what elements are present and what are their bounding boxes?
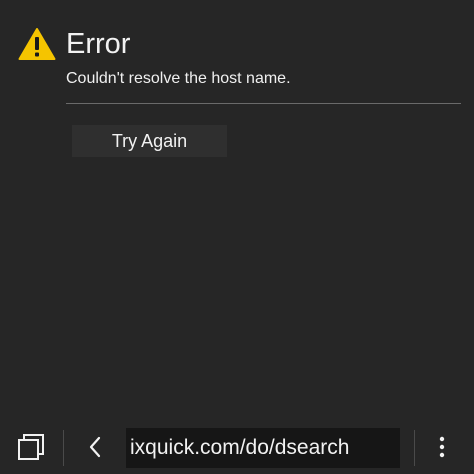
overflow-menu-icon xyxy=(439,436,445,458)
address-bar[interactable]: ixquick.com/do/dsearch xyxy=(126,428,400,468)
browser-error-page: Error Couldn't resolve the host name. Tr… xyxy=(0,0,474,474)
back-chevron-icon xyxy=(89,436,101,458)
back-button[interactable] xyxy=(80,430,110,464)
toolbar-divider xyxy=(63,430,64,466)
overflow-menu-button[interactable] xyxy=(430,430,454,464)
tabs-icon xyxy=(18,434,44,460)
divider xyxy=(66,103,461,104)
toolbar-divider xyxy=(414,430,415,466)
try-again-button[interactable]: Try Again xyxy=(72,125,227,157)
warning-icon xyxy=(18,28,56,60)
error-message: Couldn't resolve the host name. xyxy=(66,70,291,87)
tabs-button[interactable] xyxy=(14,430,48,464)
browser-toolbar: ixquick.com/do/dsearch xyxy=(0,420,474,474)
error-header xyxy=(18,24,56,64)
error-title: Error xyxy=(66,28,131,60)
